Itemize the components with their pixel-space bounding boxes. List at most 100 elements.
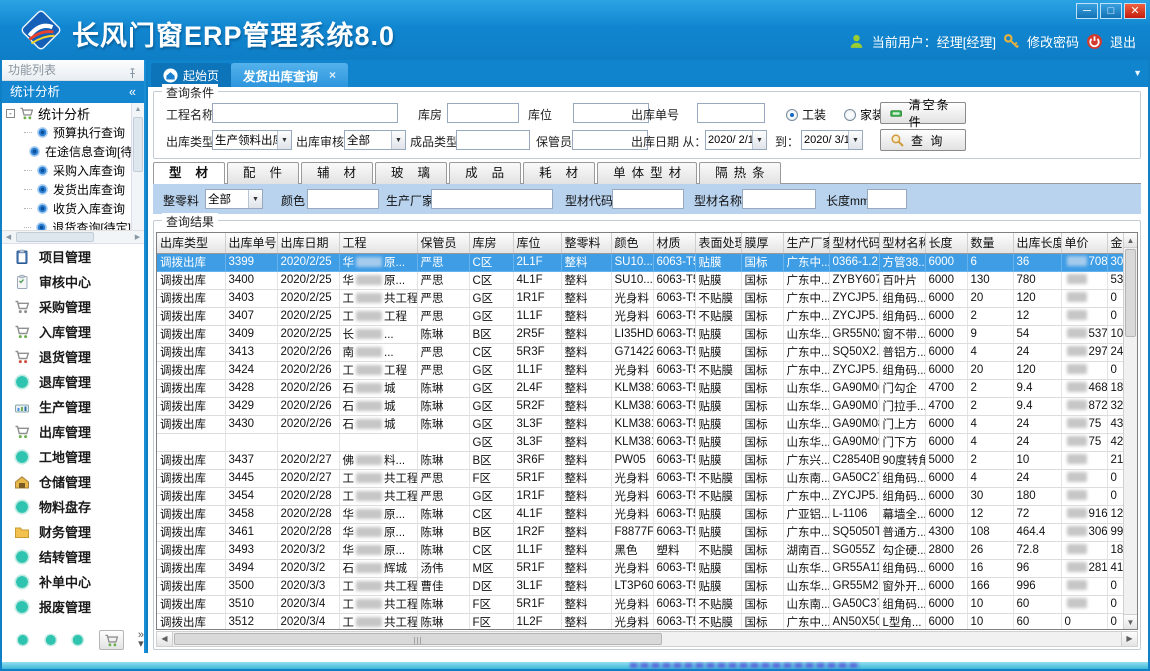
- material-tab[interactable]: 玻璃: [375, 162, 447, 184]
- clear-conditions-button[interactable]: 清空条件: [880, 102, 966, 124]
- column-header[interactable]: 出库日期: [277, 233, 339, 253]
- sidebar-item-circle[interactable]: 物料盘存: [2, 494, 144, 519]
- column-header[interactable]: 工程: [339, 233, 417, 253]
- column-header[interactable]: 库房: [469, 233, 513, 253]
- sidebar-item-cart-green[interactable]: 出库管理: [2, 419, 144, 444]
- table-row[interactable]: 调拨出库34282020/2/26石城陈琳G区2L4F整料KLM38176063…: [157, 379, 1129, 397]
- sidebar-item-cart-red[interactable]: 退货管理: [2, 344, 144, 369]
- tree-item[interactable]: 预算执行查询: [2, 123, 131, 142]
- table-row[interactable]: 调拨出库34002020/2/25华原...严思C区4L1F整料SU10...6…: [157, 271, 1129, 289]
- sidebar-item-circle[interactable]: 工地管理: [2, 444, 144, 469]
- column-header[interactable]: 出库类型: [157, 233, 225, 253]
- sidebar-item-circle[interactable]: 结转管理: [2, 544, 144, 569]
- column-header[interactable]: 长度: [925, 233, 967, 253]
- close-button[interactable]: ✕: [1124, 3, 1146, 19]
- radio-homewear[interactable]: 家装: [844, 106, 884, 123]
- scrollbar-thumb[interactable]: |||: [174, 633, 662, 645]
- material-tab[interactable]: 单体型材: [597, 162, 697, 184]
- date-to-picker[interactable]: 2020/ 3/16▼: [801, 130, 863, 150]
- table-row[interactable]: 调拨出库34132020/2/26南...严思C区5R3F整料G71422606…: [157, 343, 1129, 361]
- table-row[interactable]: 调拨出库34242020/2/26工工程严思G区1L1F整料光身料6063-T5…: [157, 361, 1129, 379]
- table-row[interactable]: 调拨出库34072020/2/25工工程严思G区1L1F整料光身料6063-T5…: [157, 307, 1129, 325]
- table-row[interactable]: 调拨出库34612020/2/28华原...陈琳B区1R2F整料F8877FT6…: [157, 523, 1129, 541]
- sidebar-item-circle[interactable]: 补单中心: [2, 569, 144, 594]
- table-row[interactable]: 调拨出库35002020/3/3工共工程曹佳D区3L1F整料LT3P606063…: [157, 577, 1129, 595]
- column-header[interactable]: 单价: [1061, 233, 1107, 253]
- whole-part-select[interactable]: 全部▼: [205, 189, 263, 209]
- scroll-up-icon[interactable]: ▲: [132, 103, 144, 116]
- tree-item[interactable]: 收货入库查询: [2, 199, 131, 218]
- column-header[interactable]: 生产厂家: [783, 233, 829, 253]
- table-row[interactable]: 调拨出库34302020/2/26石城陈琳G区3L3F整料KLM38176063…: [157, 415, 1129, 433]
- radio-workwear[interactable]: 工装: [786, 106, 826, 123]
- tab-list-dropdown-icon[interactable]: ▼: [1133, 68, 1142, 78]
- table-row[interactable]: 调拨出库34452020/2/27工共工程严思F区5R1F整料光身料6063-T…: [157, 469, 1129, 487]
- tree-item[interactable]: 在途信息查询[待: [2, 142, 131, 161]
- column-header[interactable]: 膜厚: [741, 233, 783, 253]
- column-header[interactable]: 出库长度: [1013, 233, 1061, 253]
- circle-icon[interactable]: [44, 633, 58, 647]
- cart-toolbar-button[interactable]: [99, 630, 124, 650]
- profile-name-input[interactable]: [742, 189, 816, 209]
- table-row[interactable]: 调拨出库33992020/2/25华原...严思C区2L1F整料SU10...6…: [157, 253, 1129, 271]
- table-row[interactable]: 调拨出库34372020/2/27佛料...陈琳B区3R6F整料PW056063…: [157, 451, 1129, 469]
- table-row[interactable]: 调拨出库35102020/3/4工共工程陈琳F区5R1F整料光身料6063-T5…: [157, 595, 1129, 613]
- sidebar-item-clipboard[interactable]: 项目管理: [2, 244, 144, 269]
- column-header[interactable]: 表面处理: [695, 233, 741, 253]
- change-password-link[interactable]: 修改密码: [1027, 32, 1079, 51]
- tree-expander-icon[interactable]: -: [6, 109, 15, 118]
- project-name-input[interactable]: [212, 103, 398, 123]
- scrollbar-thumb[interactable]: [133, 117, 143, 172]
- column-header[interactable]: 整零料: [561, 233, 611, 253]
- table-row[interactable]: 调拨出库34292020/2/26石城陈琳G区5R2F整料KLM38176063…: [157, 397, 1129, 415]
- column-header[interactable]: 型材名称: [879, 233, 925, 253]
- sidebar-item-warehouse[interactable]: 仓储管理: [2, 469, 144, 494]
- table-row[interactable]: 调拨出库34542020/2/28工共工程严思G区1R1F整料光身料6063-T…: [157, 487, 1129, 505]
- maker-input[interactable]: [431, 189, 553, 209]
- order-no-input[interactable]: [697, 103, 765, 123]
- search-button[interactable]: 查 询: [880, 129, 966, 151]
- tree-root-node[interactable]: - 统计分析: [2, 103, 131, 123]
- scroll-left-icon[interactable]: ◀: [157, 632, 173, 646]
- date-from-picker[interactable]: 2020/ 2/16▼: [705, 130, 767, 150]
- table-horizontal-scrollbar[interactable]: ◀ ||| ▶: [156, 631, 1138, 647]
- table-row[interactable]: 调拨出库35122020/3/4工共工程陈琳F区1L2F整料光身料6063-T5…: [157, 613, 1129, 630]
- collapse-icon[interactable]: «: [129, 81, 136, 103]
- sidebar-item-chart[interactable]: 生产管理: [2, 394, 144, 419]
- table-row[interactable]: 调拨出库34582020/2/28华原...陈琳C区4L1F整料光身料6063-…: [157, 505, 1129, 523]
- sidebar-item-checklist[interactable]: 审核中心: [2, 269, 144, 294]
- logout-link[interactable]: 退出: [1110, 32, 1136, 51]
- column-header[interactable]: 型材代码: [829, 233, 879, 253]
- product-type-input[interactable]: [456, 130, 530, 150]
- tree-item[interactable]: 采购入库查询: [2, 161, 131, 180]
- pin-icon[interactable]: [127, 65, 138, 76]
- column-header[interactable]: 保管员: [417, 233, 469, 253]
- scrollbar-thumb[interactable]: [16, 232, 94, 242]
- scroll-right-icon[interactable]: ▶: [131, 231, 144, 244]
- column-header[interactable]: 颜色: [611, 233, 653, 253]
- scrollbar-thumb[interactable]: [1125, 249, 1136, 337]
- profile-code-input[interactable]: [612, 189, 684, 209]
- sidebar-item-circle[interactable]: 报废管理: [2, 594, 144, 619]
- out-type-select[interactable]: 生产领料出库▼: [212, 130, 292, 150]
- scroll-down-icon[interactable]: ▼: [1124, 614, 1137, 629]
- length-input[interactable]: [867, 189, 907, 209]
- column-header[interactable]: 数量: [967, 233, 1013, 253]
- tree-vertical-scrollbar[interactable]: ▲: [131, 103, 144, 230]
- material-tab[interactable]: 辅材: [301, 162, 373, 184]
- audit-select[interactable]: 全部▼: [344, 130, 406, 150]
- sidebar-item-cart-green[interactable]: 入库管理: [2, 319, 144, 344]
- color-input[interactable]: [307, 189, 379, 209]
- material-tab[interactable]: 隔热条: [699, 162, 781, 184]
- more-buttons-chevron[interactable]: »▾: [138, 631, 144, 649]
- table-row[interactable]: 调拨出库34032020/2/25工共工程严思G区1R1F整料光身料6063-T…: [157, 289, 1129, 307]
- table-vertical-scrollbar[interactable]: ▲ ▼: [1123, 233, 1137, 629]
- circle-icon[interactable]: [16, 633, 30, 647]
- scroll-right-icon[interactable]: ▶: [1121, 632, 1137, 646]
- material-tab[interactable]: 型材: [153, 162, 225, 185]
- stats-section-header[interactable]: 统计分析 «: [2, 81, 144, 103]
- tab-shipment-outbound-query[interactable]: 发货出库查询 ×: [231, 63, 348, 87]
- column-header[interactable]: 库位: [513, 233, 561, 253]
- scroll-left-icon[interactable]: ◀: [2, 231, 15, 244]
- warehouse-input[interactable]: [447, 103, 519, 123]
